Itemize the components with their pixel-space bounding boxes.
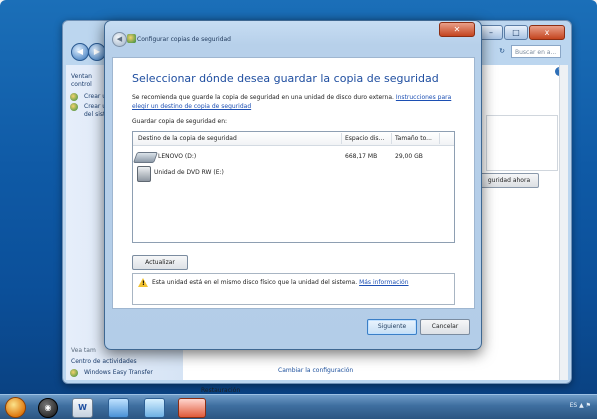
app-dark-circle-icon[interactable]: ◉ [38, 398, 58, 418]
search-input[interactable]: Buscar en a... [511, 45, 561, 58]
minimize-button[interactable]: – [479, 25, 503, 40]
column-header-destination[interactable]: Destino de la copia de seguridad [138, 135, 237, 142]
close-button[interactable]: x [529, 25, 565, 40]
maximize-button[interactable]: □ [504, 25, 528, 40]
dialog-title: Configurar copias de seguridad [137, 36, 231, 43]
destination-total-size: 29,00 GB [395, 153, 423, 160]
list-header: Destino de la copia de seguridad Espacio… [133, 132, 454, 146]
shield-icon [70, 103, 78, 111]
page-title: Seleccionar dónde desea guardar la copia… [132, 72, 439, 85]
paint-icon[interactable] [144, 398, 165, 418]
refresh-button[interactable]: Actualizar [132, 255, 188, 270]
refresh-icon[interactable]: ↻ [495, 45, 509, 58]
dialog-body: Seleccionar dónde desea guardar la copia… [112, 57, 475, 309]
left-panel-link[interactable]: Ventan [71, 73, 92, 80]
window-caption-buttons: – □ x [479, 25, 565, 40]
save-to-label: Guardar copia de seguridad en: [132, 118, 228, 125]
easy-transfer-link[interactable]: Windows Easy Transfer [84, 369, 153, 376]
warning-icon-mark: ! [142, 280, 145, 287]
vertical-scrollbar[interactable] [559, 65, 568, 380]
description-sentence: Se recomienda que guarde la copia de seg… [132, 94, 394, 101]
column-divider[interactable] [341, 133, 342, 144]
destination-list[interactable]: Destino de la copia de seguridad Espacio… [132, 131, 455, 243]
dvd-drive-icon [137, 166, 151, 182]
easy-transfer-icon [70, 369, 78, 377]
destination-name: LENOVO (D:) [158, 153, 197, 160]
column-header-total-size[interactable]: Tamaño to... [395, 135, 432, 142]
column-divider[interactable] [391, 133, 392, 144]
warning-box: ! Esta unidad está en el mismo disco fís… [132, 273, 455, 305]
left-panel-link[interactable]: control [71, 81, 92, 88]
column-divider[interactable] [439, 133, 440, 144]
start-button[interactable] [5, 397, 26, 418]
left-panel-link[interactable]: Crear u [84, 103, 106, 110]
next-button[interactable]: Siguiente [367, 319, 417, 335]
hard-drive-icon [132, 152, 159, 163]
list-item[interactable]: LENOVO (D:) 668,17 MB 29,00 GB [132, 149, 454, 163]
shield-icon [70, 93, 78, 101]
more-info-link[interactable]: Más información [359, 279, 408, 286]
destination-free-space: 668,17 MB [345, 153, 378, 160]
list-item[interactable]: Unidad de DVD RW (E:) [133, 165, 454, 182]
back-icon[interactable]: ◀ [112, 32, 127, 47]
cancel-button[interactable]: Cancelar [420, 319, 470, 335]
description-text: Se recomienda que guarde la copia de seg… [132, 93, 454, 111]
taskbar: ◉ W ES ▲ ⚑ [0, 394, 597, 419]
warning-message: Esta unidad está en el mismo disco físic… [152, 279, 358, 286]
network-icon[interactable] [108, 398, 129, 418]
backup-app-icon [127, 34, 136, 43]
backup-summary-box [486, 115, 558, 171]
see-also-heading: Vea tam [71, 347, 96, 354]
restore-heading: Restauración [201, 387, 241, 394]
column-header-free-space[interactable]: Espacio dis... [345, 135, 384, 142]
backup-now-button[interactable]: guridad ahora [479, 173, 539, 188]
system-tray[interactable]: ES ▲ ⚑ [570, 402, 591, 409]
destination-name: Unidad de DVD RW (E:) [154, 169, 224, 176]
backup-setup-dialog: ✕ ◀ Configurar copias de seguridad Selec… [104, 20, 482, 350]
left-panel-link[interactable]: Crear u [84, 93, 106, 100]
change-settings-link[interactable]: Cambiar la configuración [278, 367, 353, 374]
back-icon[interactable]: ◀ [71, 43, 89, 61]
photo-icon[interactable] [178, 398, 206, 418]
action-center-link[interactable]: Centro de actividades [71, 358, 137, 365]
dialog-close-button[interactable]: ✕ [439, 22, 475, 37]
word-icon[interactable]: W [72, 398, 93, 418]
warning-text: Esta unidad está en el mismo disco físic… [152, 279, 409, 286]
